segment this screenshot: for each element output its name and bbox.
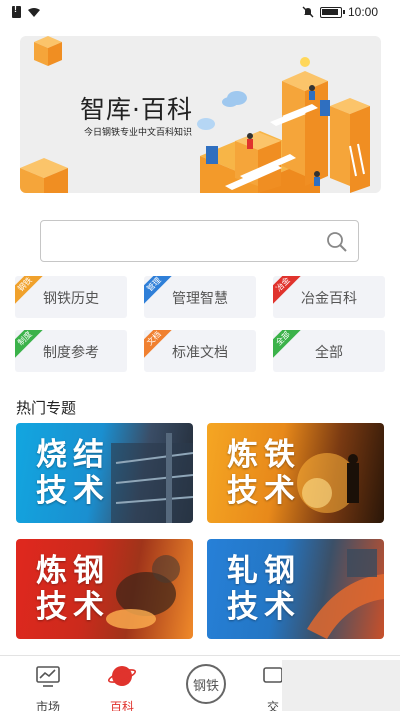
topic-steelmaking[interactable]: 炼钢 技术 [16, 539, 193, 639]
search-icon[interactable] [326, 231, 348, 253]
status-time: 10:00 [347, 5, 378, 19]
topic-title-line2: 技术 [227, 589, 301, 625]
topic-title: 炼钢 技术 [36, 553, 110, 625]
search-input[interactable] [40, 220, 359, 262]
banner-subtitle: 今日钢铁专业中文百科知识 [84, 127, 193, 137]
topic-title-line1: 轧钢 [227, 553, 301, 589]
topic-title-line2: 技术 [36, 473, 110, 509]
topic-title-line2: 技术 [227, 473, 301, 509]
topic-sintering[interactable]: 烧结 技术 [16, 423, 193, 523]
category-standards[interactable]: 文档 标准文档 [144, 330, 256, 372]
category-label: 管理智慧 [172, 290, 228, 306]
topic-title-line1: 炼钢 [36, 553, 110, 589]
mute-icon [302, 6, 314, 18]
topic-title: 轧钢 技术 [227, 553, 301, 625]
nav-baike[interactable]: 百科 [92, 662, 152, 711]
banner[interactable]: 智库·百科 今日钢铁专业中文百科知识 [20, 36, 381, 193]
category-metallurgy[interactable]: 冶金 冶金百科 [273, 276, 385, 318]
steel-logo-icon: 钢铁 [186, 664, 226, 704]
sim-alert-icon [12, 4, 21, 18]
nav-market[interactable]: 市场 [18, 662, 78, 711]
topic-rolling[interactable]: 轧钢 技术 [207, 539, 384, 639]
category-management[interactable]: 管理 管理智慧 [144, 276, 256, 318]
category-label: 制度参考 [43, 344, 99, 360]
category-label: 冶金百科 [301, 290, 357, 306]
status-bar: 10:00 [0, 0, 400, 26]
chart-monitor-icon [36, 666, 60, 687]
topic-title-line1: 炼铁 [227, 437, 301, 473]
steel-logo-text: 钢铁 [192, 677, 219, 693]
topic-title-line1: 烧结 [36, 437, 110, 473]
planet-icon [107, 666, 137, 686]
topic-title: 烧结 技术 [36, 437, 110, 509]
category-label: 钢铁历史 [43, 290, 99, 306]
nav-baike-label: 百科 [109, 700, 134, 711]
wifi-icon [28, 7, 40, 17]
topic-title-line2: 技术 [36, 589, 110, 625]
nav-center[interactable]: 钢铁 [176, 664, 236, 704]
hot-topics-title: 热门专题 [16, 400, 77, 417]
isometric-illustration [20, 36, 370, 193]
category-regulation[interactable]: 制度 制度参考 [15, 330, 127, 372]
topic-title: 炼铁 技术 [227, 437, 301, 509]
nav-market-label: 市场 [35, 700, 60, 711]
category-history[interactable]: 钢铁 钢铁历史 [15, 276, 127, 318]
overlay-block [282, 660, 400, 711]
status-right: 10:00 [302, 5, 378, 19]
category-label: 标准文档 [172, 344, 228, 360]
status-left [12, 4, 41, 18]
category-label: 全部 [315, 344, 343, 360]
topic-ironmaking[interactable]: 炼铁 技术 [207, 423, 384, 523]
battery-icon [319, 6, 345, 18]
banner-title: 智库·百科 [80, 95, 193, 124]
category-all[interactable]: 全部 全部 [273, 330, 385, 372]
